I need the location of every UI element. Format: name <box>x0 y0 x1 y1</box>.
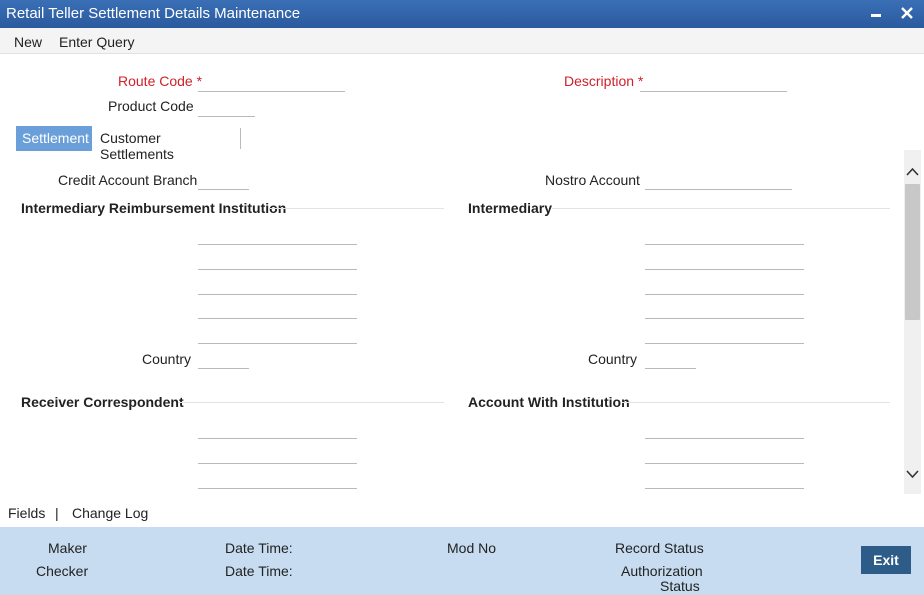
route-code-input[interactable] <box>198 72 345 92</box>
title-bar: Retail Teller Settlement Details Mainten… <box>0 0 924 28</box>
credit-account-branch-label: Credit Account Branch <box>58 172 198 188</box>
iri-line-4-input[interactable] <box>198 299 357 319</box>
vertical-scrollbar[interactable] <box>904 150 921 494</box>
route-code-underline <box>198 91 345 92</box>
menu-bar: New Enter Query <box>0 28 924 54</box>
field-underline <box>645 189 792 190</box>
footer-separator: | <box>55 505 59 521</box>
awi-line-1-input[interactable] <box>645 419 804 439</box>
field-underline <box>645 269 804 270</box>
exit-button[interactable]: Exit <box>861 546 911 574</box>
intermediary-line-1-input[interactable] <box>645 225 804 245</box>
country-input-left[interactable] <box>198 349 249 369</box>
account-with-institution-heading: Account With Institution <box>468 394 630 410</box>
section-divider <box>552 208 890 209</box>
product-code-input[interactable] <box>198 97 255 117</box>
nostro-account-input[interactable] <box>645 170 792 190</box>
intermediary-heading: Intermediary <box>468 200 553 216</box>
awi-line-2-input[interactable] <box>645 444 804 464</box>
tab-customer-settlements[interactable]: Customer Settlements <box>94 126 180 162</box>
menu-new[interactable]: New <box>14 34 42 50</box>
receiver-correspondent-heading: Receiver Correspondent <box>21 394 184 410</box>
iri-line-5-input[interactable] <box>198 324 357 344</box>
iri-line-2-input[interactable] <box>198 250 357 270</box>
window-title: Retail Teller Settlement Details Mainten… <box>6 5 301 22</box>
change-log-link[interactable]: Change Log <box>72 505 148 521</box>
rc-line-1-input[interactable] <box>198 419 357 439</box>
maker-label: Maker <box>48 540 87 556</box>
field-underline <box>645 463 804 464</box>
minimize-icon[interactable] <box>866 3 886 23</box>
field-underline <box>198 294 357 295</box>
settlement-panel: Credit Account Branch Nostro Account Int… <box>0 152 924 494</box>
intermediary-reimbursement-heading: Intermediary Reimbursement Institution <box>21 200 287 216</box>
close-icon[interactable] <box>897 3 917 23</box>
route-code-label: Route Code * <box>118 73 203 89</box>
field-underline <box>198 438 357 439</box>
intermediary-line-5-input[interactable] <box>645 324 804 344</box>
intermediary-line-3-input[interactable] <box>645 275 804 295</box>
country-input-right[interactable] <box>645 349 696 369</box>
footer-links: Fields | Change Log <box>0 497 924 527</box>
authorization-status-label: Status <box>660 578 700 594</box>
field-underline <box>198 368 249 369</box>
audit-status-bar: Maker Checker Date Time: Date Time: Mod … <box>0 527 924 595</box>
checker-date-time-label: Date Time: <box>225 563 293 579</box>
chevron-down-icon[interactable] <box>905 464 920 484</box>
product-code-underline <box>198 116 255 117</box>
field-underline <box>645 438 804 439</box>
iri-line-1-input[interactable] <box>198 225 357 245</box>
description-label: Description * <box>564 73 644 89</box>
description-underline <box>640 91 787 92</box>
field-underline <box>198 343 357 344</box>
maker-date-time-label: Date Time: <box>225 540 293 556</box>
credit-account-branch-input[interactable] <box>198 170 249 190</box>
scrollbar-thumb[interactable] <box>905 184 920 320</box>
authorization-label: Authorization <box>621 563 703 579</box>
description-input[interactable] <box>640 72 787 92</box>
field-underline <box>645 244 804 245</box>
field-underline <box>198 244 357 245</box>
intermediary-line-2-input[interactable] <box>645 250 804 270</box>
country-label-left: Country <box>142 351 192 367</box>
field-underline <box>198 318 357 319</box>
rc-line-2-input[interactable] <box>198 444 357 464</box>
product-code-label: Product Code <box>108 98 194 114</box>
field-underline <box>198 269 357 270</box>
section-divider <box>622 402 890 403</box>
country-label-right: Country <box>588 351 638 367</box>
awi-line-3-input[interactable] <box>645 469 804 489</box>
fields-link[interactable]: Fields <box>8 505 45 521</box>
tab-divider <box>240 128 241 149</box>
field-underline <box>645 294 804 295</box>
field-underline <box>645 343 804 344</box>
checker-label: Checker <box>36 563 89 579</box>
field-underline <box>645 318 804 319</box>
mod-no-label: Mod No <box>447 540 497 556</box>
section-divider <box>270 208 444 209</box>
nostro-account-label: Nostro Account <box>545 172 640 188</box>
section-divider <box>178 402 444 403</box>
field-underline <box>198 463 357 464</box>
field-underline <box>198 488 357 489</box>
intermediary-line-4-input[interactable] <box>645 299 804 319</box>
field-underline <box>645 488 804 489</box>
field-underline <box>645 368 696 369</box>
menu-enter-query[interactable]: Enter Query <box>59 34 134 50</box>
tab-settlement[interactable]: Settlement <box>16 126 92 151</box>
field-underline <box>198 189 249 190</box>
record-status-label: Record Status <box>615 540 704 556</box>
iri-line-3-input[interactable] <box>198 275 357 295</box>
chevron-up-icon[interactable] <box>905 162 920 182</box>
rc-line-3-input[interactable] <box>198 469 357 489</box>
